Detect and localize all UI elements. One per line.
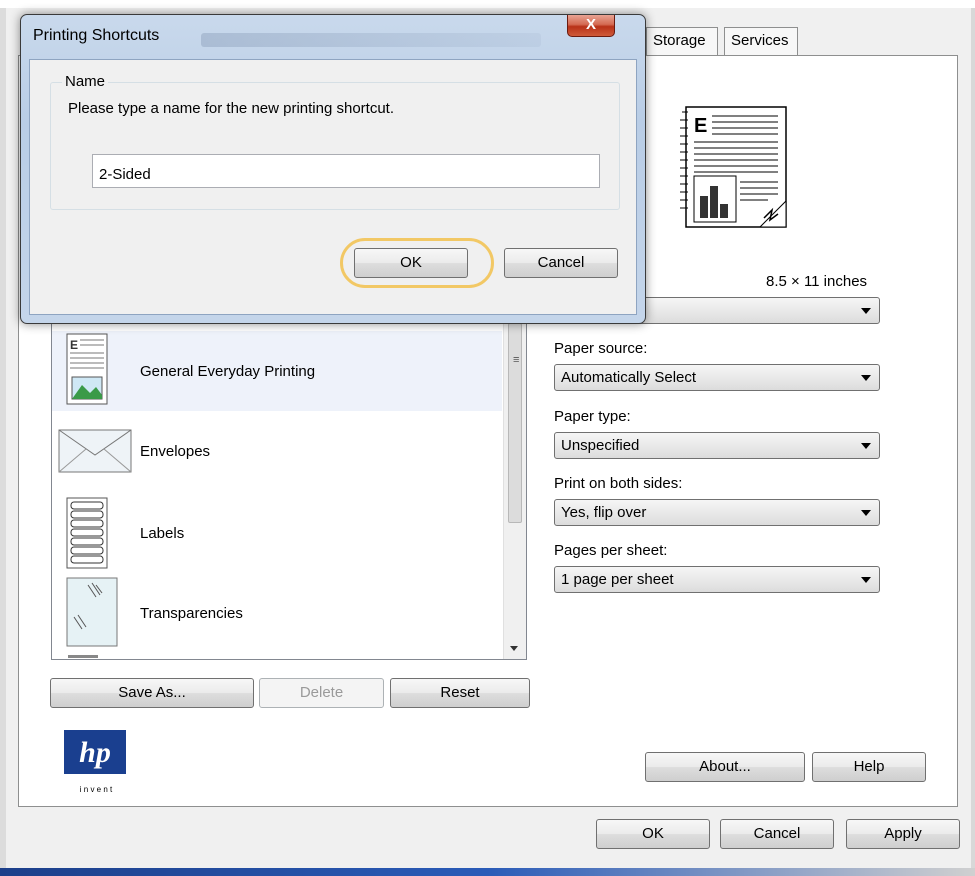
- chevron-down-icon: [861, 308, 871, 314]
- close-button[interactable]: X: [567, 15, 615, 37]
- dialog-body: Name Please type a name for the new prin…: [29, 59, 637, 315]
- pages-per-sheet-dropdown[interactable]: 1 page per sheet: [554, 566, 880, 593]
- svg-text:E: E: [70, 338, 78, 352]
- paper-type-dropdown[interactable]: Unspecified: [554, 432, 880, 459]
- grip-icon: ≡: [513, 354, 520, 366]
- paper-source-dropdown[interactable]: Automatically Select: [554, 364, 880, 391]
- hp-logo-icon: hp i n v e n t: [64, 730, 126, 794]
- reset-button[interactable]: Reset: [390, 678, 530, 708]
- printing-shortcuts-dialog: Printing Shortcuts X Name Please type a …: [20, 14, 646, 324]
- envelope-icon: [58, 429, 132, 473]
- svg-text:E: E: [694, 115, 707, 137]
- scrollbar-thumb[interactable]: ≡: [508, 323, 522, 523]
- logo-tagline: i n v e n t: [80, 785, 113, 794]
- save-as-button[interactable]: Save As...: [50, 678, 254, 708]
- print-both-sides-dropdown[interactable]: Yes, flip over: [554, 499, 880, 526]
- transparency-icon: [66, 577, 118, 647]
- window-top-edge: [0, 0, 975, 8]
- tab-services[interactable]: Services: [724, 27, 798, 55]
- document-icon: E: [66, 333, 108, 405]
- window-bottom-edge: [0, 868, 975, 876]
- scroll-down-icon[interactable]: [510, 646, 518, 651]
- delete-button[interactable]: Delete: [259, 678, 384, 708]
- shortcut-label: Envelopes: [140, 443, 211, 460]
- svg-text:hp: hp: [79, 736, 111, 769]
- window-right-edge: [971, 8, 975, 876]
- partial-item-icon: [68, 655, 98, 658]
- pages-per-sheet-label: Pages per sheet:: [554, 542, 668, 559]
- chevron-down-icon: [861, 443, 871, 449]
- chevron-down-icon: [861, 577, 871, 583]
- print-both-sides-label: Print on both sides:: [554, 475, 683, 492]
- paper-size-text: 8.5 × 11 inches: [766, 273, 868, 290]
- page-preview-icon: E: [680, 106, 787, 228]
- labels-icon: [66, 497, 108, 569]
- paper-type-label: Paper type:: [554, 408, 631, 425]
- about-button[interactable]: About...: [645, 752, 805, 782]
- dialog-cancel-button[interactable]: Cancel: [504, 248, 618, 278]
- chevron-down-icon: [861, 375, 871, 381]
- ok-button[interactable]: OK: [596, 819, 710, 849]
- shortcut-item-envelopes[interactable]: Envelopes: [52, 415, 502, 495]
- cancel-button[interactable]: Cancel: [720, 819, 834, 849]
- chevron-down-icon: [861, 510, 871, 516]
- shortcuts-list[interactable]: E General Everyday Printing Envelopes La…: [51, 320, 527, 660]
- dialog-ok-button[interactable]: OK: [354, 248, 468, 278]
- pages-per-sheet-value: 1 page per sheet: [561, 571, 674, 588]
- shortcut-label: General Everyday Printing: [140, 363, 316, 380]
- title-bar-background: [201, 33, 541, 47]
- paper-source-value: Automatically Select: [561, 369, 697, 386]
- tab-storage[interactable]: Storage: [646, 27, 718, 55]
- shortcuts-scrollbar[interactable]: ≡: [503, 321, 526, 659]
- window-left-edge: [0, 8, 6, 876]
- shortcut-item-labels[interactable]: Labels: [52, 495, 502, 575]
- shortcut-label: Transparencies: [140, 605, 243, 622]
- paper-type-value: Unspecified: [561, 437, 640, 454]
- dialog-title: Printing Shortcuts: [33, 27, 160, 44]
- print-both-sides-value: Yes, flip over: [561, 504, 647, 521]
- paper-source-label: Paper source:: [554, 340, 648, 357]
- help-button[interactable]: Help: [812, 752, 926, 782]
- shortcut-item-general[interactable]: E General Everyday Printing: [52, 331, 502, 411]
- apply-button[interactable]: Apply: [846, 819, 960, 849]
- shortcut-label: Labels: [140, 525, 185, 542]
- group-label: Name: [62, 73, 109, 90]
- shortcut-item-transparencies[interactable]: Transparencies: [52, 575, 502, 655]
- list-item[interactable]: [52, 655, 502, 659]
- shortcut-name-input[interactable]: [92, 154, 600, 188]
- group-description: Please type a name for the new printing …: [68, 100, 395, 117]
